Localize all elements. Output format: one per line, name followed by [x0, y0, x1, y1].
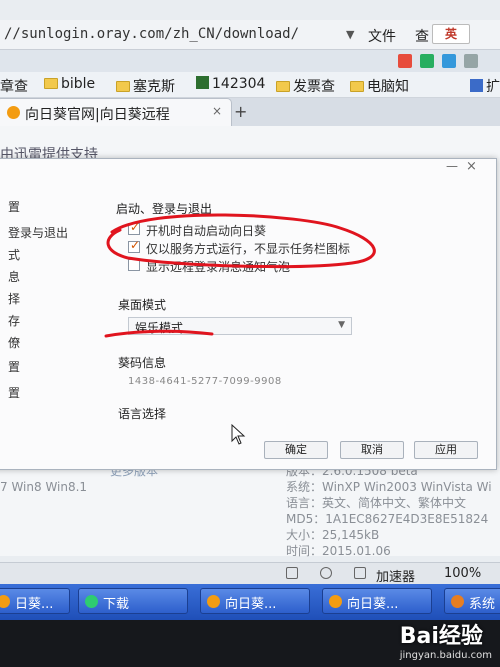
checkbox-box[interactable]: ✓: [128, 220, 140, 235]
nav-item[interactable]: 置: [8, 198, 20, 215]
checkbox-box[interactable]: ✓: [128, 238, 140, 253]
select-value: 娱乐模式: [135, 321, 184, 335]
folder-icon: [44, 78, 58, 89]
nav-item[interactable]: 置: [8, 358, 20, 375]
menu-view[interactable]: 查: [415, 26, 429, 46]
info-time: 时间：2015.01.06: [286, 544, 391, 558]
toolbar-icon-blue[interactable]: [442, 54, 456, 68]
section-title-language: 语言选择: [118, 407, 167, 421]
menu-file[interactable]: 文件: [368, 26, 396, 46]
nav-item[interactable]: 僚: [8, 334, 20, 351]
info-size: 大小：25,145kB: [286, 528, 380, 542]
info-md5: MD5：1A1EC8627E4D3E8E51824: [286, 512, 489, 526]
folder-icon: [350, 81, 364, 92]
baidu-jingyan-watermark: Bai经验 jingyan.baidu.com: [399, 624, 492, 661]
folder-icon: [116, 81, 130, 92]
checkbox-label: 开机时自动启动向日葵: [146, 224, 267, 238]
checkbox-box[interactable]: [128, 259, 140, 271]
section-title-code: 葵码信息: [118, 356, 167, 370]
bookmark-item[interactable]: bible: [44, 76, 95, 92]
checkbox-label: 显示远程登录消息通知气泡: [146, 260, 291, 274]
bookmark-item[interactable]: 章查: [0, 76, 28, 96]
tab-title: 向日葵官网|向日葵远程: [25, 107, 170, 123]
sunflower-icon: [0, 595, 10, 608]
bookmark-item[interactable]: 电脑知: [350, 76, 409, 96]
bookmark-item[interactable]: 142304: [196, 76, 265, 92]
device-code: 1438-4641-5277-7099-9908: [128, 376, 282, 387]
nav-item[interactable]: 存: [8, 312, 20, 329]
section-title-desktop: 桌面模式: [118, 298, 167, 312]
ime-indicator[interactable]: 英: [432, 24, 470, 44]
accelerator-label[interactable]: 加速器: [376, 566, 415, 585]
nav-item[interactable]: 置: [8, 384, 20, 401]
url-dropdown-icon[interactable]: ▼: [346, 28, 354, 41]
close-icon[interactable]: ×: [466, 159, 477, 174]
info-os-left: 7 Win8 Win8.1: [0, 480, 88, 494]
chevron-down-icon: ▼: [338, 320, 345, 330]
bookmark-item[interactable]: 塞克斯: [116, 76, 175, 96]
settings-dialog: — ×: [0, 158, 497, 470]
tab-sunlogin[interactable]: 向日葵官网|向日葵远程 ×: [0, 98, 232, 126]
bookmark-item[interactable]: 扩: [470, 76, 500, 96]
info-system: 系统：WinXP Win2003 WinVista Wi: [286, 480, 492, 494]
checkbox-label: 仅以服务方式运行，不显示任务栏图标: [146, 242, 351, 256]
download-icon: [85, 595, 98, 608]
ok-button[interactable]: 确定: [264, 441, 328, 459]
nav-item-login[interactable]: 登录与退出: [8, 224, 68, 241]
taskbar-item[interactable]: 下载: [78, 588, 188, 614]
download-info-panel: 7 Win8 Win8.1 更多版本 版本：2.6.0.1508 beta 系统…: [0, 464, 500, 558]
tab-bar: 向日葵官网|向日葵远程 × +: [0, 98, 500, 126]
browser-statusbar: 加速器 100%: [0, 562, 500, 585]
info-language: 语言：英文、简体中文、繁体中文: [286, 496, 467, 510]
taskbar-item[interactable]: 系统: [444, 588, 500, 614]
bookmarks-bar: 章查 bible 塞克斯 142304 发票查 电脑知 扩: [0, 72, 500, 98]
cancel-button[interactable]: 取消: [340, 441, 404, 459]
nav-item[interactable]: 息: [8, 268, 20, 285]
system-icon: [451, 595, 464, 608]
bookmark-item[interactable]: 发票查: [276, 76, 335, 96]
spreadsheet-icon: [196, 76, 209, 89]
apply-button[interactable]: 应用: [414, 441, 478, 459]
toolbar-icon-grey[interactable]: [464, 54, 478, 68]
address-bar[interactable]: //sunlogin.oray.com/zh_CN/download/ ▼ 文件…: [0, 20, 500, 50]
speed-icon[interactable]: [320, 567, 332, 579]
taskbar-item[interactable]: 日葵...: [0, 588, 70, 614]
toolbar-icon-red[interactable]: [398, 54, 412, 68]
url-text[interactable]: //sunlogin.oray.com/zh_CN/download/: [4, 26, 299, 42]
minimize-icon[interactable]: —: [446, 159, 458, 173]
device-icon[interactable]: [286, 567, 298, 579]
taskbar-item[interactable]: 向日葵...: [200, 588, 310, 614]
nav-item[interactable]: 式: [8, 246, 20, 263]
desktop-mode-select[interactable]: 娱乐模式 ▼: [128, 317, 352, 335]
new-tab-button[interactable]: +: [234, 102, 247, 121]
taskbar-item[interactable]: 向日葵...: [322, 588, 432, 614]
sunflower-icon: [329, 595, 342, 608]
toolbar-icon-green[interactable]: [420, 54, 434, 68]
folder-icon: [276, 81, 290, 92]
nav-item[interactable]: 择: [8, 290, 20, 307]
download-icon[interactable]: [354, 567, 366, 579]
zoom-level[interactable]: 100%: [444, 566, 481, 581]
tab-close-icon[interactable]: ×: [212, 104, 222, 118]
browser-toolbar: [0, 50, 500, 72]
mouse-cursor-icon: [231, 424, 246, 445]
windows-taskbar: 日葵... 下载 向日葵... 向日葵... 系统: [0, 584, 500, 620]
section-title-startup: 启动、登录与退出: [116, 202, 213, 216]
extension-icon: [470, 79, 483, 92]
sunflower-logo-icon: [7, 106, 20, 119]
sunflower-icon: [207, 595, 220, 608]
